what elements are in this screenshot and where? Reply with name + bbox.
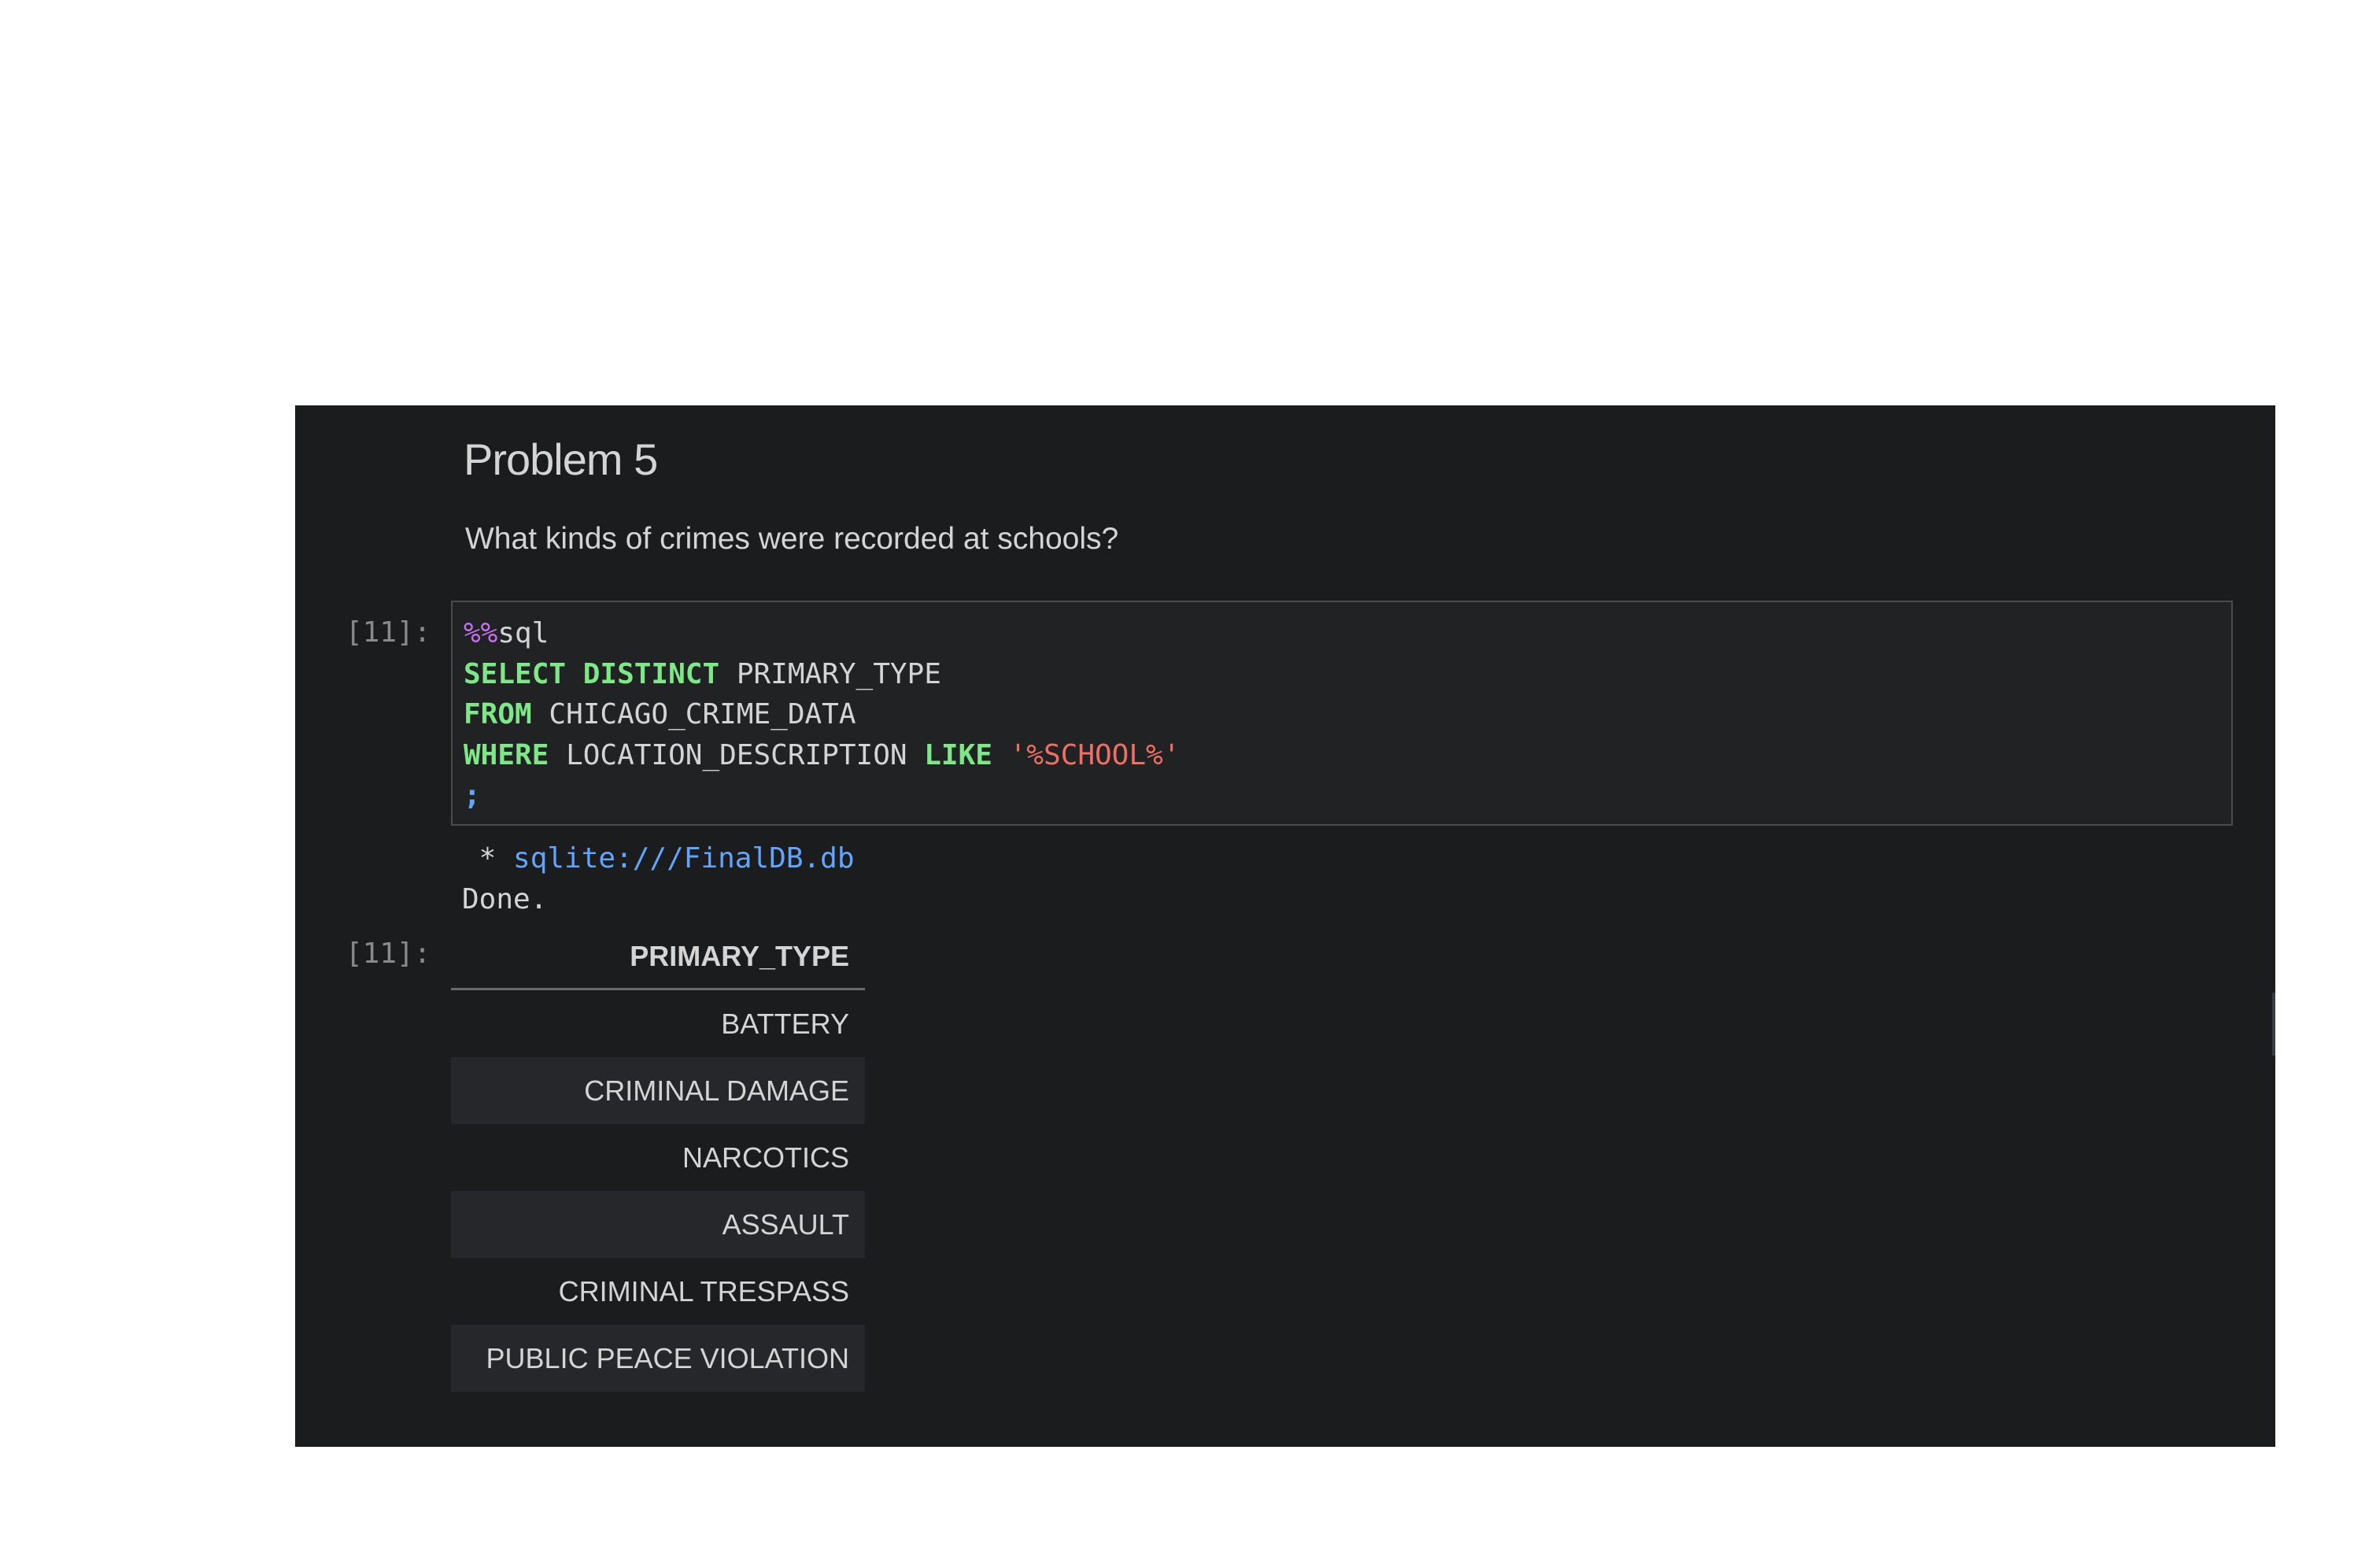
code-table-name: CHICAGO_CRIME_DATA	[549, 698, 856, 730]
code-keyword-where: WHERE	[464, 738, 549, 771]
code-keyword-from: FROM	[464, 698, 532, 730]
code-where-column: LOCATION_DESCRIPTION	[566, 738, 907, 771]
code-magic-symbol: %%	[464, 617, 498, 649]
table-row: CRIMINAL DAMAGE	[451, 1057, 865, 1124]
table-cell: NARCOTICS	[682, 1141, 849, 1174]
table-row: BATTERY	[451, 989, 865, 1058]
markdown-heading: Problem 5	[464, 435, 658, 484]
code-magic-name: sql	[497, 617, 549, 649]
stream-output: * sqlite:///FinalDB.db Done.	[462, 838, 855, 919]
table-row: ASSAULT	[451, 1191, 865, 1258]
code-keyword-like: LIKE	[924, 738, 992, 771]
markdown-question: What kinds of crimes were recorded at sc…	[465, 522, 1119, 556]
table-cell: CRIMINAL DAMAGE	[451, 1057, 865, 1124]
result-table: PRIMARY_TYPE BATTERY CRIMINAL DAMAGE NAR…	[451, 925, 865, 1392]
code-terminator: ;	[464, 779, 481, 812]
code-select-column: PRIMARY_TYPE	[736, 657, 941, 690]
table-header-row: PRIMARY_TYPE	[451, 925, 865, 990]
code-like-pattern: '%SCHOOL%'	[1009, 738, 1181, 771]
table-cell: ASSAULT	[451, 1191, 865, 1258]
status-text: Done.	[462, 882, 548, 915]
code-text[interactable]: %%sql SELECT DISTINCT PRIMARY_TYPE FROM …	[464, 613, 1180, 816]
column-header-primary-type: PRIMARY_TYPE	[451, 925, 865, 990]
code-cell-editor[interactable]: %%sql SELECT DISTINCT PRIMARY_TYPE FROM …	[451, 601, 2233, 826]
code-keyword-select: SELECT	[464, 657, 567, 690]
connection-string[interactable]: sqlite:///FinalDB.db	[513, 842, 854, 875]
table-row: CRIMINAL TRESPASS	[451, 1258, 865, 1325]
scrollbar-thumb[interactable]	[2272, 993, 2275, 1056]
table-row: NARCOTICS	[451, 1124, 865, 1191]
code-keyword-distinct: DISTINCT	[582, 657, 720, 690]
table-cell: CRIMINAL TRESPASS	[558, 1274, 849, 1307]
notebook-panel: Problem 5 What kinds of crimes were reco…	[295, 405, 2275, 1447]
table-cell: BATTERY	[721, 1007, 849, 1040]
table-row: PUBLIC PEACE VIOLATION	[451, 1325, 865, 1392]
connection-bullet: *	[462, 842, 514, 875]
table-cell: PUBLIC PEACE VIOLATION	[451, 1325, 865, 1392]
